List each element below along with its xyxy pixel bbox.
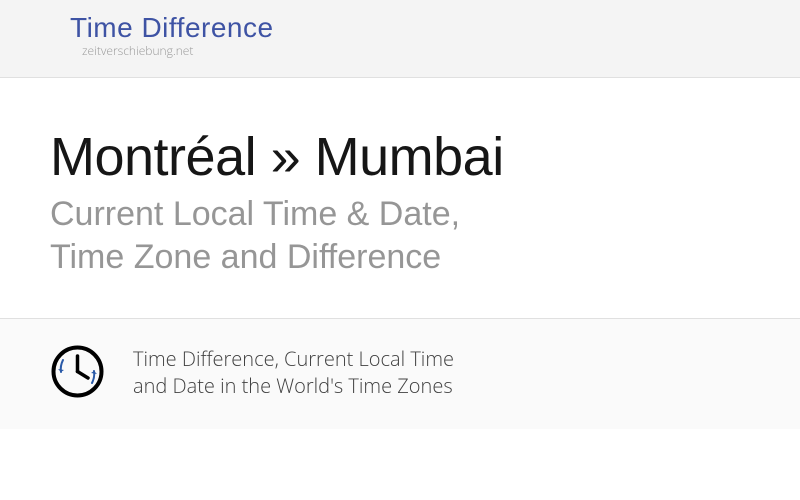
page-title: Montréal » Mumbai: [50, 128, 750, 187]
subtitle-line-1: Current Local Time & Date,: [50, 195, 460, 233]
footer-section: Time Difference, Current Local Time and …: [0, 318, 800, 429]
footer-line-1: Time Difference, Current Local Time: [133, 345, 454, 372]
clock-icon: [50, 344, 105, 399]
footer-tagline: Time Difference, Current Local Time and …: [133, 345, 454, 399]
site-title[interactable]: Time Difference: [70, 12, 800, 44]
site-header: Time Difference zeitverschiebung.net: [0, 0, 800, 78]
subtitle-line-2: Time Zone and Difference: [50, 238, 441, 276]
page-subtitle: Current Local Time & Date, Time Zone and…: [50, 193, 750, 278]
footer-line-2: and Date in the World's Time Zones: [133, 372, 453, 399]
site-subtitle: zeitverschiebung.net: [82, 42, 800, 59]
main-content: Montréal » Mumbai Current Local Time & D…: [0, 78, 800, 318]
